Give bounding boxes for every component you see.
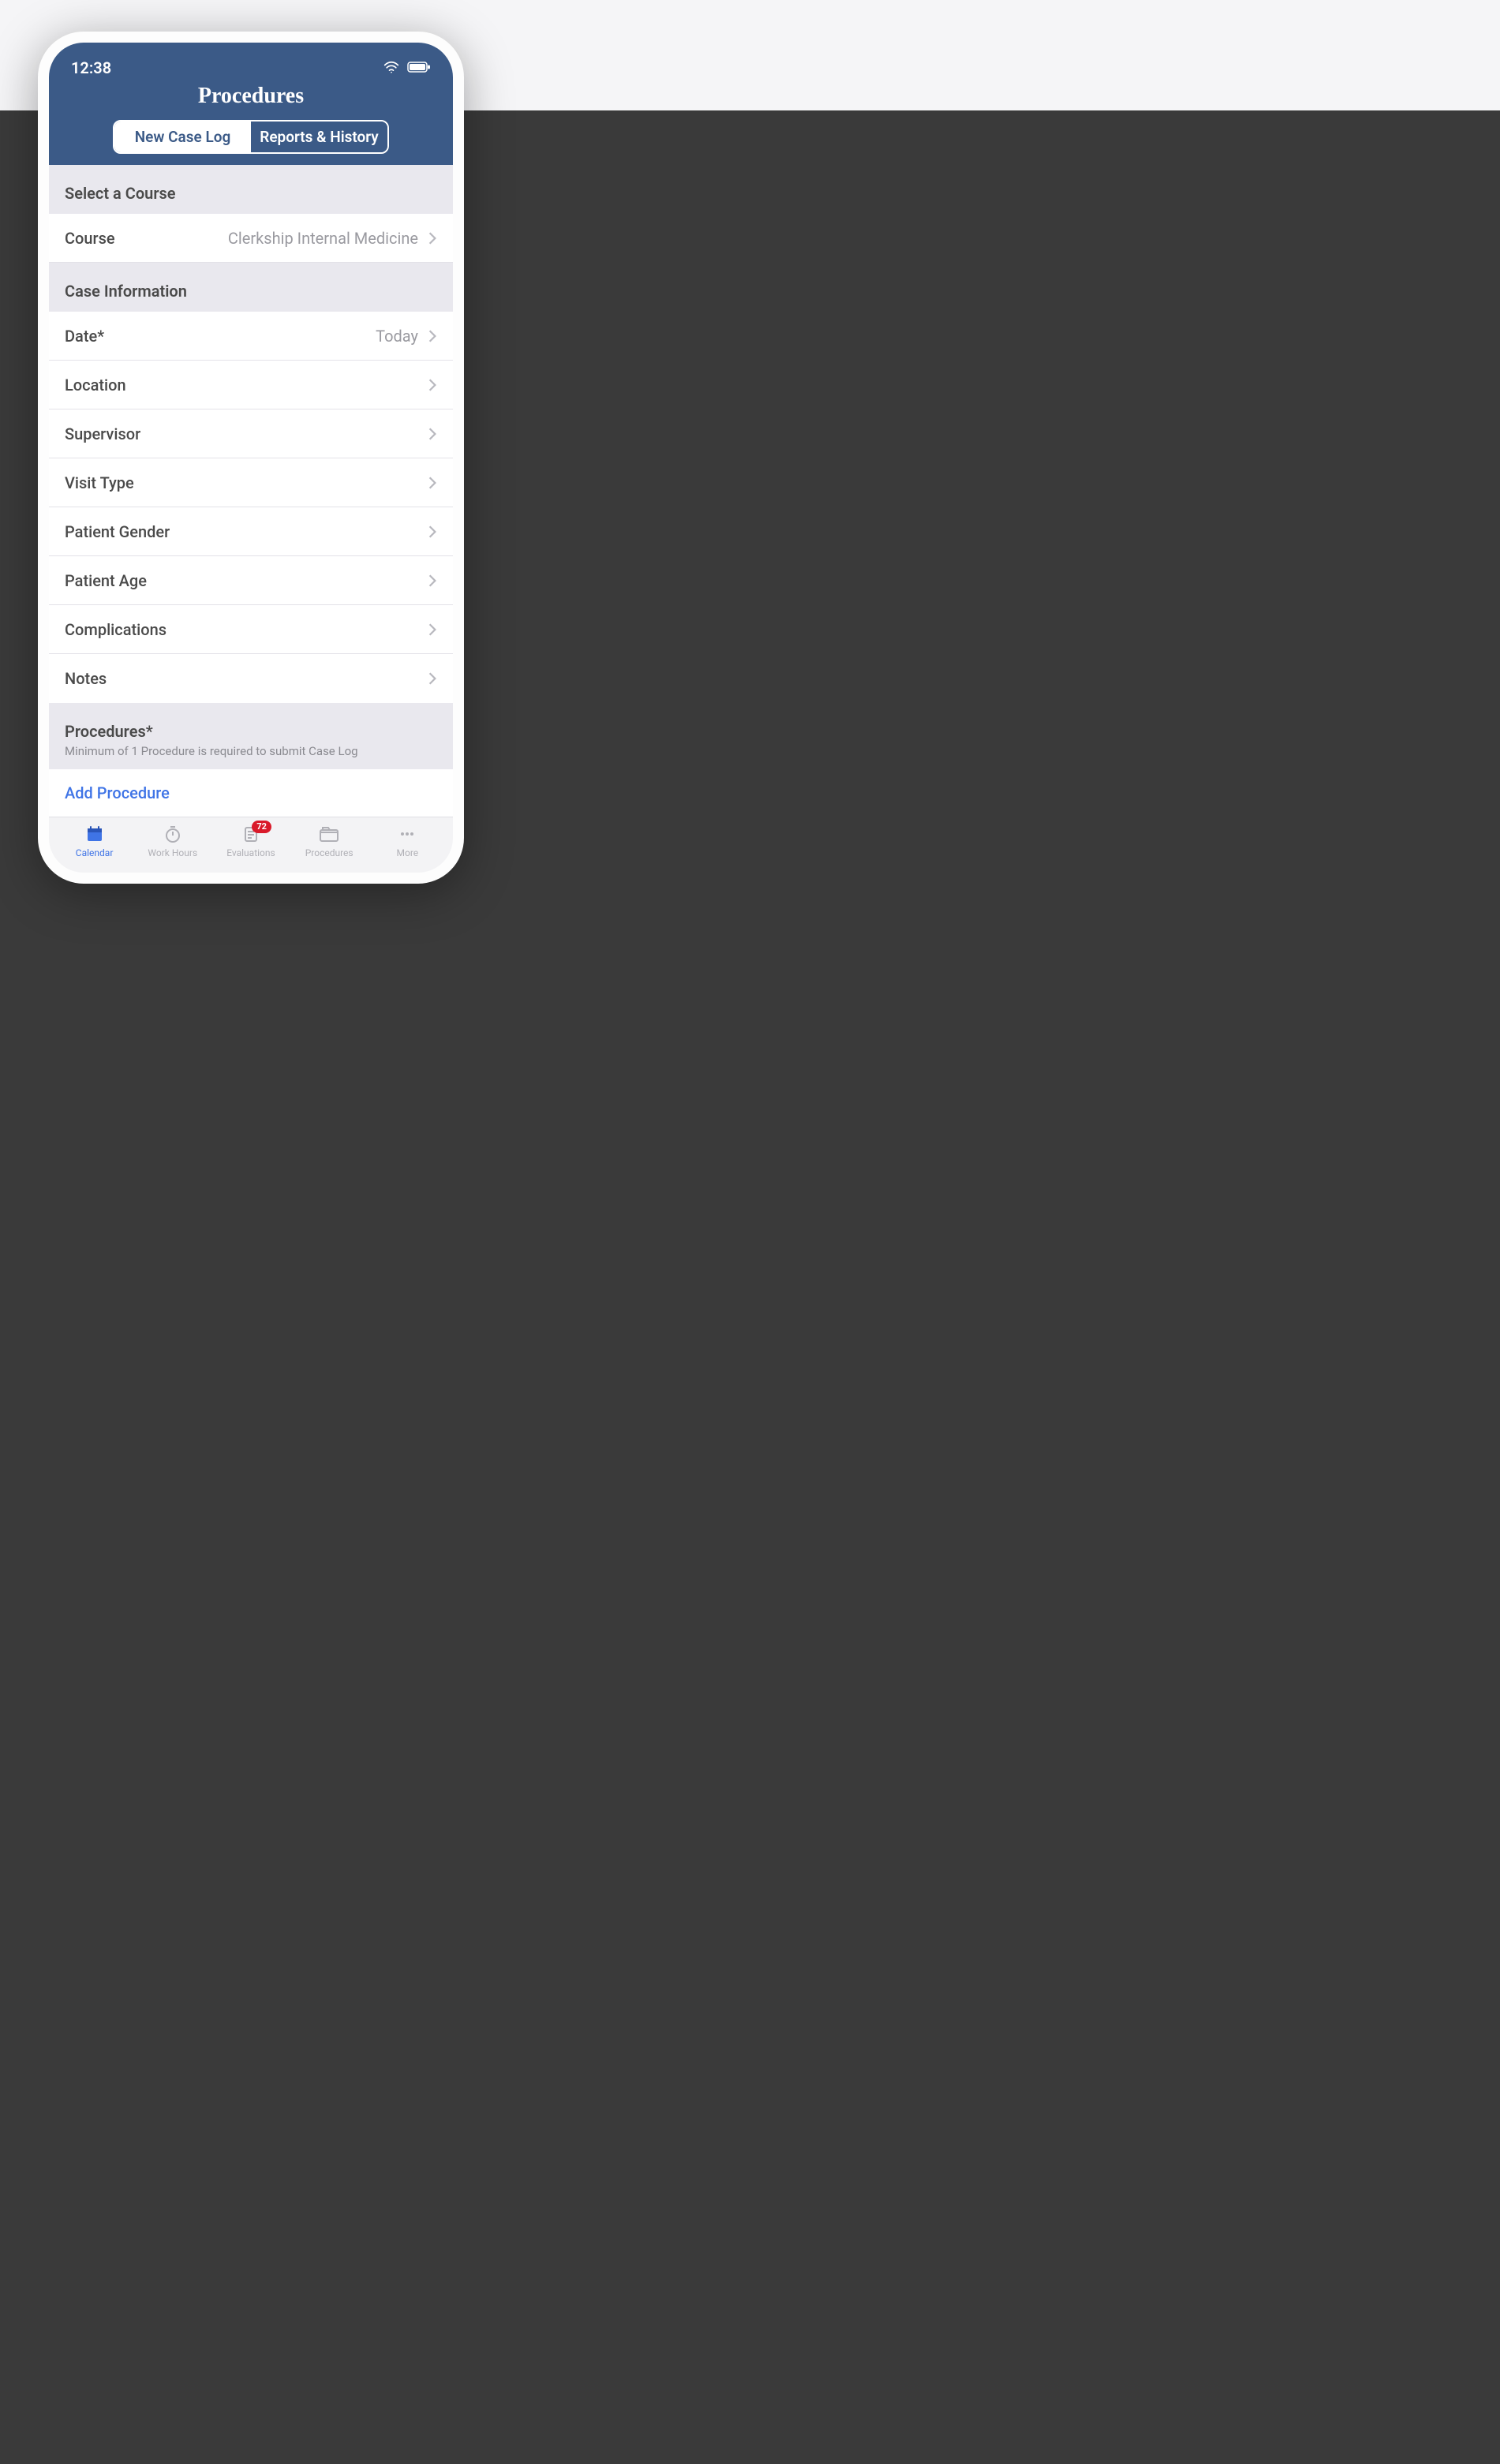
section-header-course: Select a Course: [49, 165, 453, 214]
row-case-field[interactable]: Patient Age: [49, 556, 453, 605]
tab-procedures[interactable]: Procedures: [294, 824, 364, 858]
row-case-field[interactable]: Notes: [49, 654, 453, 703]
tab-label: Evaluations: [226, 847, 275, 858]
segmented-control: New Case Log Reports & History: [113, 120, 389, 154]
tab-bar: Calendar Work Hours 72 Evaluations Proc: [49, 817, 453, 873]
app-header: 12:38: [49, 43, 453, 165]
row-case-field[interactable]: Complications: [49, 605, 453, 654]
tab-label: More: [397, 847, 419, 858]
phone-screen: 12:38: [38, 32, 464, 884]
row-label: Notes: [65, 669, 107, 688]
section-header-case-info: Case Information: [49, 263, 453, 312]
battery-icon: [407, 58, 431, 77]
tab-work-hours[interactable]: Work Hours: [138, 824, 208, 858]
section-subtitle: Minimum of 1 Procedure is required to su…: [65, 744, 437, 758]
chevron-right-icon: [428, 231, 437, 245]
row-case-field[interactable]: Visit Type: [49, 458, 453, 507]
row-label: Visit Type: [65, 473, 134, 492]
row-case-field[interactable]: Patient Gender: [49, 507, 453, 556]
form-content: Select a Course Course Clerkship Interna…: [49, 165, 453, 817]
page-title: Procedures: [49, 84, 453, 109]
chevron-right-icon: [428, 378, 437, 392]
stopwatch-icon: [163, 824, 182, 844]
chevron-right-icon: [428, 329, 437, 343]
row-value: Clerkship Internal Medicine: [115, 229, 428, 248]
row-label: Patient Age: [65, 571, 147, 590]
section-header-procedures: Procedures* Minimum of 1 Procedure is re…: [49, 703, 453, 769]
tab-label: Calendar: [76, 847, 114, 858]
case-rows: Date*Today Location Supervisor Visit Type Pa…: [49, 312, 453, 703]
chevron-right-icon: [428, 574, 437, 588]
tab-calendar[interactable]: Calendar: [60, 824, 129, 858]
row-label: Patient Gender: [65, 522, 170, 541]
row-case-field[interactable]: Location: [49, 361, 453, 409]
wifi-icon: [383, 58, 399, 77]
row-add-procedure[interactable]: Add Procedure: [49, 769, 453, 817]
calendar-icon: [85, 824, 104, 844]
section-title: Procedures*: [65, 722, 153, 741]
row-label: Location: [65, 376, 126, 394]
more-icon: [398, 824, 417, 844]
status-bar: 12:38: [49, 54, 453, 77]
chevron-right-icon: [428, 671, 437, 686]
phone-frame: 12:38: [38, 32, 464, 884]
row-label: Date*: [65, 327, 104, 346]
status-icons: [383, 58, 431, 77]
tab-reports-history[interactable]: Reports & History: [251, 122, 387, 152]
chevron-right-icon: [428, 623, 437, 637]
row-label: Course: [65, 229, 115, 248]
tab-label: Procedures: [305, 847, 353, 858]
status-time: 12:38: [71, 58, 111, 77]
tab-new-case-log[interactable]: New Case Log: [114, 122, 251, 152]
row-label: Complications: [65, 620, 166, 639]
row-case-field[interactable]: Date*Today: [49, 312, 453, 361]
row-course[interactable]: Course Clerkship Internal Medicine: [49, 214, 453, 263]
chevron-right-icon: [428, 427, 437, 441]
row-case-field[interactable]: Supervisor: [49, 409, 453, 458]
folder-icon: [319, 824, 339, 844]
chevron-right-icon: [428, 525, 437, 539]
row-label: Supervisor: [65, 424, 140, 443]
tab-label: Work Hours: [148, 847, 197, 858]
row-value: Today: [104, 327, 428, 346]
tab-more[interactable]: More: [372, 824, 442, 858]
badge-count: 72: [252, 821, 271, 833]
chevron-right-icon: [428, 476, 437, 490]
tab-evaluations[interactable]: 72 Evaluations: [216, 824, 286, 858]
add-procedure-link[interactable]: Add Procedure: [65, 783, 170, 802]
